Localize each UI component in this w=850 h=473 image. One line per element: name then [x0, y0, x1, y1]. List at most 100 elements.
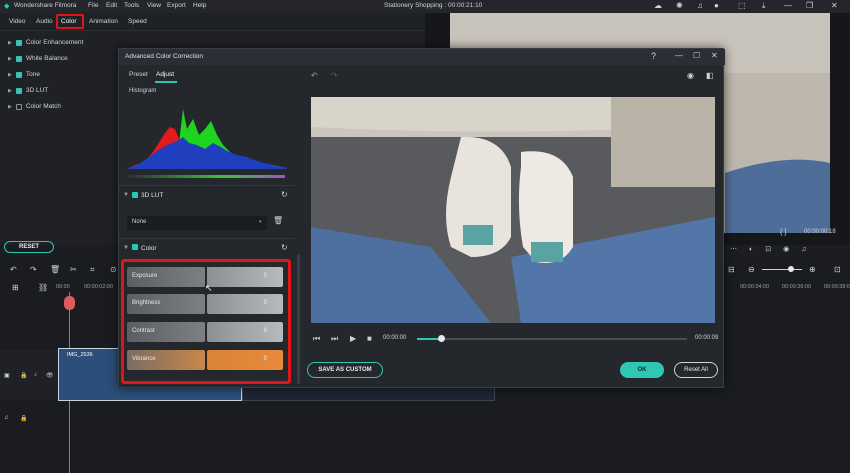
dialog-close-icon[interactable]: ✕ [711, 51, 718, 60]
zoom-slider[interactable] [762, 269, 802, 270]
play-icon[interactable]: ▶ [350, 334, 356, 343]
lut-section-label: 3D LUT [141, 192, 164, 199]
zoom-slider-handle[interactable] [788, 266, 794, 272]
zoom-in-icon[interactable]: ⊕ [809, 265, 816, 274]
color-section-label: Color [141, 245, 157, 252]
dropdown-icon: ▾ [259, 219, 262, 225]
checkbox-icon[interactable] [132, 244, 138, 252]
reset-button[interactable]: RESET [4, 241, 54, 253]
menu-edit[interactable]: Edit [106, 2, 117, 9]
project-title: Stationery Shopping : 00:00:21:10 [384, 2, 483, 9]
redo-icon[interactable]: ↷ [331, 71, 338, 80]
notification-icon[interactable]: ● [714, 1, 719, 10]
menu-tools[interactable]: Tools [124, 2, 139, 9]
reset-all-button[interactable]: Reset All [674, 362, 718, 378]
reset-lut-icon[interactable]: ↻ [281, 190, 288, 199]
help-icon[interactable]: ? [651, 51, 656, 61]
save-as-custom-button[interactable]: SAVE AS CUSTOM [307, 362, 383, 378]
contrast-slider[interactable]: Contrast 0 [127, 322, 283, 342]
current-time: 00:00:00 [383, 335, 407, 341]
prop-color-match[interactable]: ▶ Color Match [8, 103, 61, 110]
app-name: Wondershare Filmora [14, 2, 77, 9]
dialog-maximize-icon[interactable]: ☐ [693, 51, 700, 60]
prop-color-enhancement[interactable]: ▶ Color Enhancement [8, 39, 83, 46]
tab-color[interactable]: Color [61, 18, 77, 25]
prop-tone[interactable]: ▶ Tone [8, 71, 40, 78]
tab-adjust-underline [155, 81, 177, 83]
ruler-2s: 00:00:02:00 [84, 284, 114, 290]
lock-icon[interactable]: 🔒 [20, 372, 27, 379]
undo-icon[interactable]: ↶ [311, 71, 318, 80]
chevron-down-icon[interactable]: ▼ [123, 192, 129, 198]
step-icon[interactable]: ⏭ [331, 334, 338, 344]
vibrance-slider[interactable]: Vibrance 0 [127, 350, 283, 370]
link-icon[interactable]: ⛓ [38, 283, 48, 292]
prop-3d-lut[interactable]: ▶ 3D LUT [8, 87, 48, 94]
track-video-icon: ▣ [4, 373, 10, 379]
checkbox-icon[interactable] [15, 87, 22, 94]
progress-handle[interactable] [438, 335, 446, 342]
delete-icon[interactable]: 🗑 [50, 265, 60, 274]
ok-button[interactable]: OK [620, 362, 664, 378]
preview-time: 00:00:00:18 [804, 229, 836, 235]
playback-progress[interactable] [417, 335, 687, 342]
menu-file[interactable]: File [88, 2, 98, 9]
lut-select[interactable]: None ▾ [127, 216, 267, 230]
ruler-38s: 00:00:38:0 [824, 284, 850, 290]
prev-frame-icon[interactable]: ⏮ [313, 334, 320, 344]
bell-icon[interactable]: ♫ [697, 1, 703, 10]
dialog-minimize-icon[interactable]: — [675, 51, 683, 60]
split-view-icon[interactable]: ◧ [706, 71, 714, 80]
zoom-out-icon[interactable]: ⊖ [748, 265, 755, 274]
menu-help[interactable]: Help [193, 2, 206, 9]
checkbox-icon[interactable] [15, 55, 22, 62]
crop-icon[interactable]: ⌗ [90, 265, 95, 275]
tab-speed[interactable]: Speed [128, 18, 147, 25]
close-icon[interactable]: ✕ [831, 1, 838, 10]
fullscreen-icon[interactable]: ⬚ [738, 1, 746, 10]
mark-in-out-icon[interactable]: { } [780, 229, 787, 236]
checkbox-icon[interactable] [15, 39, 22, 46]
histogram [127, 99, 287, 181]
undo-icon[interactable]: ↶ [10, 265, 17, 274]
marker-icon[interactable]: ⊟ [728, 265, 735, 274]
preview-eye-icon[interactable]: ◉ [687, 71, 694, 80]
prop-white-balance[interactable]: ▶ White Balance [8, 55, 68, 62]
minimize-icon[interactable]: — [784, 1, 792, 10]
tab-animation[interactable]: Animation [89, 18, 118, 25]
tab-video[interactable]: Video [9, 18, 26, 25]
tab-audio[interactable]: Audio [36, 18, 53, 25]
fit-icon[interactable]: ⊡ [834, 265, 841, 274]
brightness-slider[interactable]: Brightness 0 [127, 294, 283, 314]
advanced-color-correction-dialog: Advanced Color Correction ? — ☐ ✕ Preset… [118, 48, 725, 388]
filmora-logo-icon: ◆ [4, 3, 10, 10]
bulb-icon[interactable]: ✺ [676, 1, 683, 10]
download-icon[interactable]: ⤓ [762, 1, 766, 11]
eye-icon[interactable]: 👁 [46, 372, 54, 379]
lock-icon[interactable]: 🔒 [20, 415, 27, 422]
add-track-icon[interactable]: ⊞ [12, 283, 19, 292]
menu-view[interactable]: View [147, 2, 161, 9]
checkbox-icon[interactable] [132, 192, 138, 200]
histogram-label: Histogram [129, 88, 157, 94]
checkbox-icon[interactable] [15, 71, 22, 78]
panel-scrollbar[interactable] [297, 254, 300, 384]
checkbox-icon[interactable] [15, 103, 22, 110]
redo-icon[interactable]: ↷ [30, 265, 37, 274]
trash-icon[interactable]: 🗑 [273, 216, 283, 225]
chevron-down-icon[interactable]: ▼ [123, 245, 129, 251]
speed-icon[interactable]: ⊙ [110, 265, 117, 274]
tab-preset[interactable]: Preset [129, 71, 148, 78]
maximize-icon[interactable]: ❐ [806, 1, 813, 10]
dialog-title-bar: Advanced Color Correction ? — ☐ ✕ [119, 49, 725, 65]
cloud-icon[interactable]: ☁ [654, 1, 662, 10]
ruler-34s: 00:00:34:00 [740, 284, 770, 290]
audio-icon[interactable]: ♪ [34, 372, 37, 378]
player-controls-icon[interactable]: ⋯◐⊡◉♫ [730, 245, 818, 253]
cut-icon[interactable]: ✂ [70, 265, 77, 274]
tab-adjust[interactable]: Adjust [156, 71, 174, 78]
menu-export[interactable]: Export [167, 2, 186, 9]
reset-color-icon[interactable]: ↻ [281, 243, 288, 252]
stop-icon[interactable]: ■ [367, 334, 372, 343]
playhead-handle[interactable] [64, 296, 75, 310]
